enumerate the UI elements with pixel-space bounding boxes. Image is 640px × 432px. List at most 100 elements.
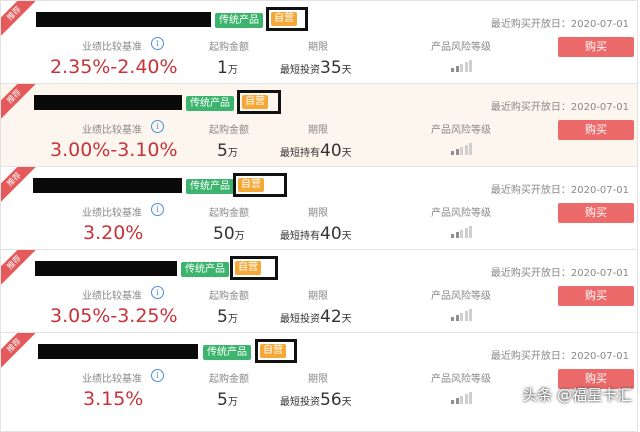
open-date: 最近购买开放日：2020-07-01: [490, 268, 629, 279]
min-amount: 50万: [213, 224, 245, 244]
amount-unit: 万: [227, 65, 238, 76]
info-icon[interactable]: i: [151, 203, 164, 216]
info-icon[interactable]: i: [151, 37, 164, 50]
benchmark-rate: 3.00%-3.10%: [50, 139, 178, 161]
benchmark-label: 业绩比较基准: [82, 42, 142, 53]
traditional-product-tag: 传统产品: [186, 179, 234, 194]
risk-bar: [464, 62, 468, 72]
benchmark-label: 业绩比较基准: [82, 125, 142, 136]
term-unit: 天: [341, 148, 352, 159]
info-icon[interactable]: i: [151, 369, 164, 382]
benchmark-rate: 2.35%-2.40%: [50, 56, 178, 78]
risk-bar: [455, 232, 459, 238]
self-operated-highlight: 自营: [266, 7, 308, 31]
traditional-product-tag: 传统产品: [215, 13, 263, 28]
risk-bar: [469, 60, 472, 72]
product-name-redacted: [34, 95, 182, 110]
risk-level-label: 产品风险等级: [431, 42, 491, 53]
risk-bar: [460, 396, 463, 404]
risk-bar: [469, 143, 472, 155]
risk-bar: [469, 392, 472, 404]
min-amount: 5万: [217, 307, 238, 327]
min-amount-label: 起购金额: [209, 291, 249, 302]
term-prefix: 最短投资: [280, 65, 320, 76]
risk-bar: [460, 147, 463, 155]
open-date: 最近购买开放日：2020-07-01: [490, 19, 629, 30]
term-unit: 天: [341, 314, 352, 325]
benchmark-label: 业绩比较基准: [82, 208, 142, 219]
risk-bar: [464, 311, 468, 321]
risk-bar: [455, 149, 459, 155]
buy-button[interactable]: 购买: [558, 37, 634, 57]
risk-bar: [460, 64, 463, 72]
traditional-product-tag: 传统产品: [186, 96, 234, 111]
term-label: 期限: [308, 208, 328, 219]
info-icon[interactable]: i: [151, 286, 164, 299]
self-operated-tag: 自营: [260, 344, 286, 358]
risk-level-bars: [451, 392, 473, 404]
amount-unit: 万: [234, 231, 245, 242]
risk-level-bars: [451, 143, 473, 155]
benchmark-rate: 3.15%: [83, 388, 144, 410]
open-date: 最近购买开放日：2020-07-01: [490, 351, 629, 362]
risk-bar: [451, 234, 454, 238]
self-operated-highlight: 自营: [255, 339, 297, 363]
min-amount: 5万: [217, 390, 238, 410]
risk-level-label: 产品风险等级: [431, 208, 491, 219]
recommend-ribbon: 推荐: [1, 333, 39, 371]
min-amount-label: 起购金额: [209, 42, 249, 53]
product-name-redacted: [38, 344, 198, 359]
term: 最短投资42天: [280, 307, 352, 327]
term-label: 期限: [308, 374, 328, 385]
term-prefix: 最短持有: [280, 148, 320, 159]
risk-bar: [464, 228, 468, 238]
risk-bar: [464, 394, 468, 404]
recommend-ribbon: 推荐: [1, 1, 39, 39]
product-card: 推荐 传统产品 自营 最近购买开放日：2020-07-01 业绩比较基准 i 起…: [0, 332, 638, 432]
risk-bar: [469, 309, 472, 321]
term-days: 56: [320, 390, 342, 410]
min-amount: 5万: [217, 141, 238, 161]
benchmark-label: 业绩比较基准: [82, 291, 142, 302]
term: 最短投资56天: [280, 390, 352, 410]
buy-button[interactable]: 购买: [558, 286, 634, 306]
risk-level-bars: [451, 309, 473, 321]
risk-level-label: 产品风险等级: [431, 374, 491, 385]
risk-bar: [451, 151, 454, 155]
risk-bar: [451, 400, 454, 404]
term-prefix: 最短投资: [280, 397, 320, 408]
term-unit: 天: [341, 231, 352, 242]
watermark: 头条 @福星卡汇: [522, 386, 632, 404]
term: 最短投资35天: [280, 58, 352, 78]
product-name-redacted: [36, 12, 211, 27]
amount-value: 5: [217, 307, 228, 327]
risk-level-bars: [451, 60, 473, 72]
risk-bar: [464, 145, 468, 155]
min-amount-label: 起购金额: [209, 374, 249, 385]
self-operated-tag: 自营: [271, 12, 297, 26]
benchmark-rate: 3.05%-3.25%: [50, 305, 178, 327]
self-operated-tag: 自营: [235, 261, 261, 275]
term-days: 40: [320, 141, 342, 161]
amount-value: 50: [213, 224, 235, 244]
ribbon-label: 推荐: [1, 333, 38, 370]
self-operated-highlight: 自营: [237, 90, 281, 114]
risk-bar: [460, 230, 463, 238]
self-operated-highlight: 自营: [230, 256, 278, 280]
risk-level-label: 产品风险等级: [431, 291, 491, 302]
risk-bar: [451, 317, 454, 321]
ribbon-label: 推荐: [1, 84, 38, 121]
info-icon[interactable]: i: [151, 120, 164, 133]
benchmark-label: 业绩比较基准: [82, 374, 142, 385]
risk-bar: [455, 66, 459, 72]
term-label: 期限: [308, 291, 328, 302]
term-days: 42: [320, 307, 342, 327]
buy-button[interactable]: 购买: [558, 203, 634, 223]
min-amount-label: 起购金额: [209, 125, 249, 136]
term: 最短持有40天: [280, 224, 352, 244]
risk-level-bars: [451, 226, 473, 238]
amount-value: 5: [217, 141, 228, 161]
buy-button[interactable]: 购买: [558, 120, 634, 140]
benchmark-rate: 3.20%: [83, 222, 144, 244]
product-name-redacted: [35, 261, 177, 276]
